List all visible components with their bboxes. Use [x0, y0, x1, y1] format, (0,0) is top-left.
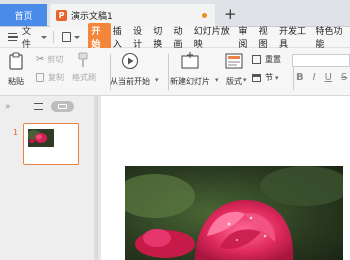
from-current-label: 从当前开始 — [110, 77, 150, 86]
home-tab-label: 首页 — [14, 11, 33, 22]
tab-developer[interactable]: 开发工具 — [277, 24, 314, 50]
thumbnail-image — [28, 129, 54, 147]
slide-editor — [98, 96, 350, 260]
font-style-group: B I U S — [296, 72, 347, 83]
new-tab-button[interactable]: + — [224, 6, 237, 22]
section-dropdown-icon[interactable]: ▾ — [275, 74, 279, 82]
reset-icon — [252, 55, 261, 64]
underline-button[interactable]: U — [325, 72, 332, 83]
tab-design[interactable]: 设计 — [131, 24, 151, 50]
new-slide-label: 新建幻灯片 — [170, 77, 210, 86]
file-dropdown-icon[interactable] — [41, 35, 48, 39]
new-slide-button[interactable]: 新建幻灯片 — [170, 52, 210, 87]
tab-review[interactable]: 审阅 — [236, 24, 256, 50]
brush-icon — [78, 52, 88, 67]
tab-insert[interactable]: 插入 — [111, 24, 131, 50]
copy-label: 复制 — [48, 73, 64, 82]
bold-button[interactable]: B — [296, 72, 304, 83]
title-bar: 首页 P 演示文稿1 + — [0, 0, 350, 27]
unsaved-dot-icon — [202, 13, 207, 18]
slide-thumbnail-panel: » 1 — [0, 96, 98, 260]
cut-label: 剪切 — [47, 55, 64, 64]
tab-slideshow[interactable]: 幻灯片放映 — [192, 24, 237, 50]
menu-row: 文件 开始 插入 设计 切换 动画 幻灯片放映 审阅 视图 开发工具 特色功能 — [0, 23, 350, 51]
strike-button[interactable]: S — [341, 72, 347, 83]
quick-access-dropdown-icon[interactable] — [74, 35, 81, 39]
format-painter-label: 格式刷 — [72, 73, 96, 82]
paste-label: 粘贴 — [8, 77, 24, 86]
section-button[interactable]: 节 ▾ — [252, 72, 279, 83]
font-name-input[interactable] — [292, 54, 350, 67]
ribbon: 粘贴 ✂ 剪切 复制 格式刷 从当前开始 ▾ 新建幻灯片 ▾ 版式 ▾ 重置 节… — [0, 48, 350, 96]
layout-button[interactable]: 版式 — [225, 52, 243, 87]
format-painter-button[interactable] — [77, 52, 89, 68]
tab-features[interactable]: 特色功能 — [313, 24, 350, 50]
cut-button[interactable]: ✂ 剪切 — [36, 54, 63, 65]
thumbnail-scrollbar[interactable] — [94, 96, 97, 260]
file-menu[interactable]: 文件 — [22, 24, 38, 50]
document-tab-label: 演示文稿1 — [71, 12, 113, 22]
paste-button[interactable]: 粘贴 — [8, 52, 24, 87]
tab-home[interactable]: 开始 — [88, 23, 111, 51]
slide-canvas[interactable] — [101, 96, 350, 260]
new-slide-icon — [181, 52, 199, 69]
new-slide-dropdown-icon[interactable]: ▾ — [215, 76, 219, 84]
from-current-dropdown-icon[interactable]: ▾ — [155, 76, 159, 84]
copy-button[interactable]: 复制 — [36, 72, 64, 83]
layout-icon — [225, 53, 243, 69]
format-painter-label-row: 格式刷 — [72, 72, 96, 83]
clipboard-icon — [9, 52, 23, 70]
reset-button[interactable]: 重置 — [252, 54, 281, 65]
slides-view-toggle[interactable] — [51, 101, 74, 112]
layout-dropdown-icon[interactable]: ▾ — [243, 76, 247, 84]
divider — [53, 31, 55, 43]
play-from-current-button[interactable]: 从当前开始 — [110, 52, 150, 87]
hamburger-menu-icon[interactable] — [8, 33, 19, 41]
slide-thumbnail[interactable] — [23, 123, 79, 165]
presentation-icon: P — [56, 10, 67, 21]
reset-label: 重置 — [265, 55, 281, 64]
italic-button[interactable]: I — [313, 72, 316, 83]
section-label: 节 — [265, 73, 273, 82]
section-icon — [252, 73, 261, 82]
slide-view-icon — [58, 104, 67, 109]
collapse-panel-icon[interactable]: » — [5, 102, 11, 112]
scissors-icon: ✂ — [36, 54, 45, 65]
outline-view-icon[interactable] — [34, 103, 43, 110]
tab-view[interactable]: 视图 — [257, 24, 277, 50]
divider — [168, 54, 169, 90]
rose-image[interactable] — [125, 166, 343, 260]
tab-animation[interactable]: 动画 — [171, 24, 191, 50]
tab-transitions[interactable]: 切换 — [151, 24, 171, 50]
home-tab[interactable]: 首页 — [0, 4, 47, 26]
copy-icon — [36, 73, 44, 82]
layout-label: 版式 — [226, 77, 242, 86]
slide-number: 1 — [13, 128, 19, 137]
play-icon — [121, 52, 139, 70]
save-icon[interactable] — [62, 32, 72, 42]
